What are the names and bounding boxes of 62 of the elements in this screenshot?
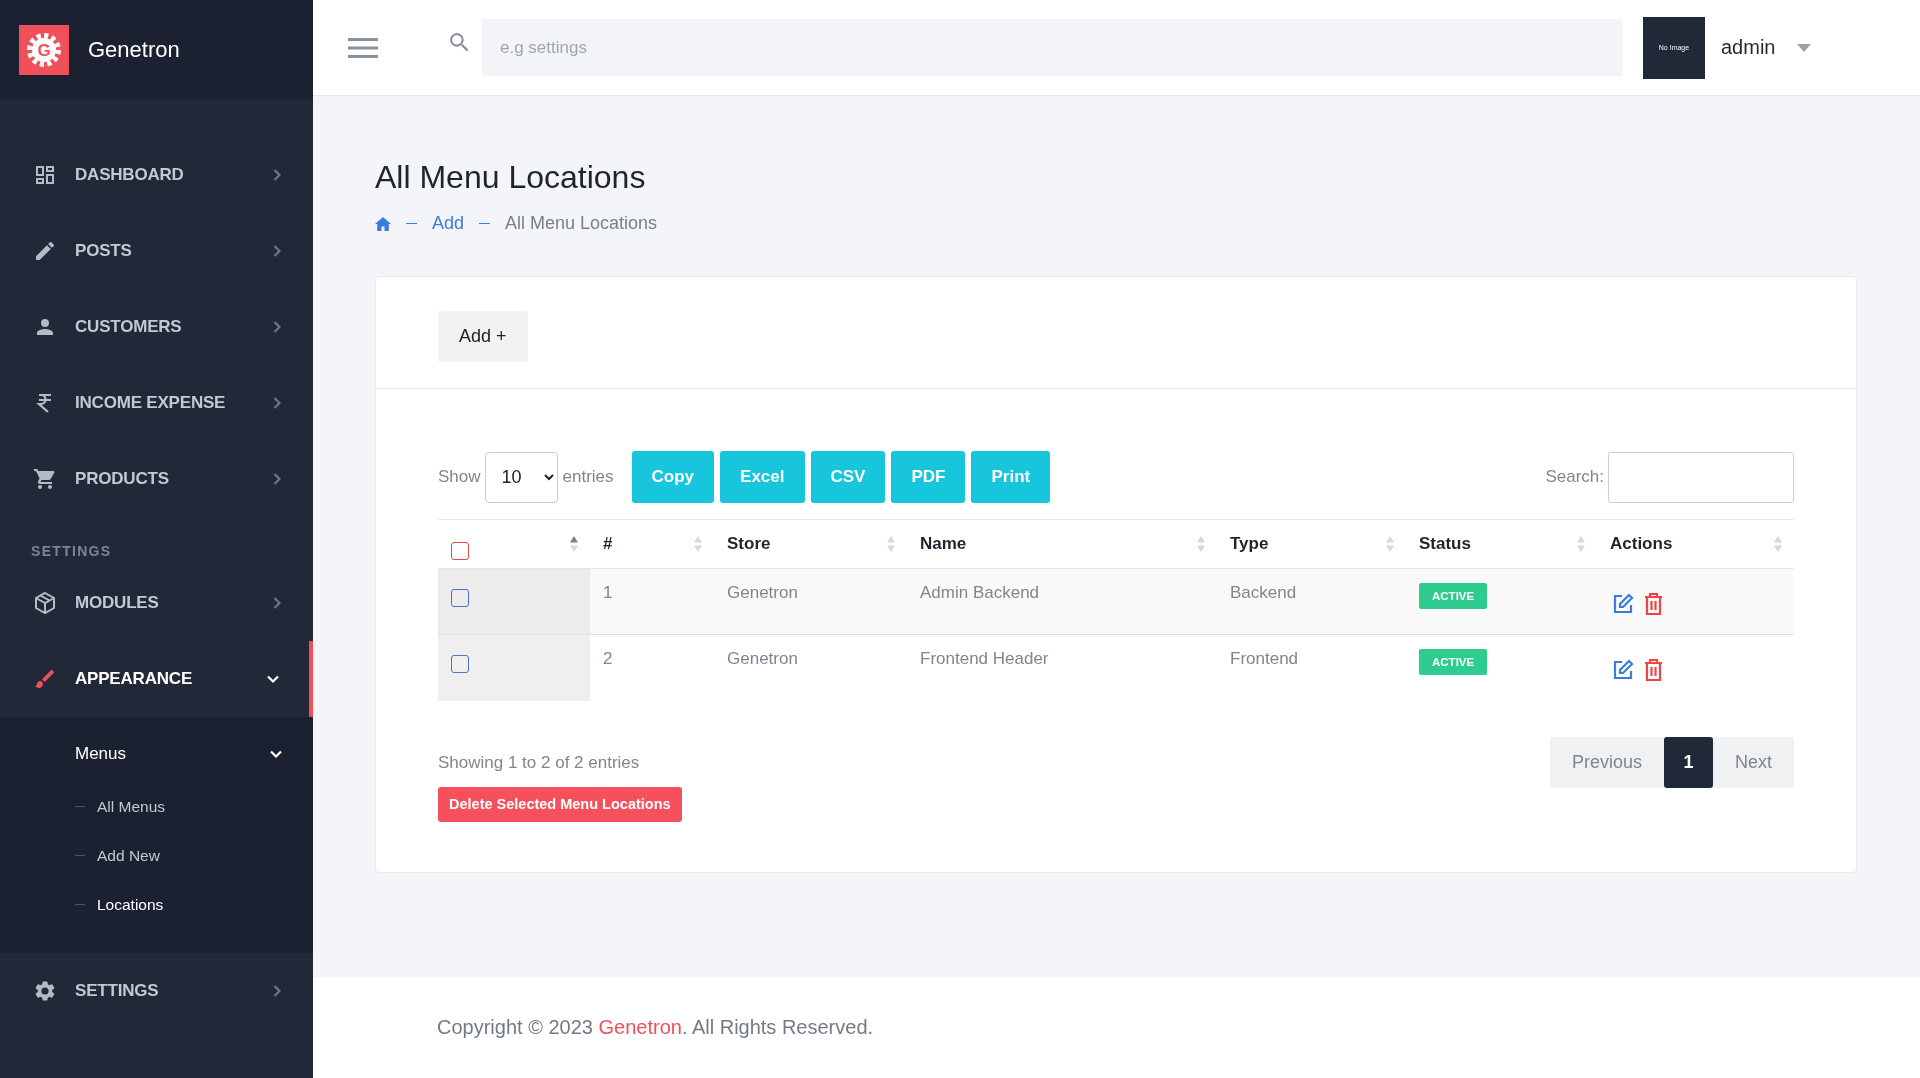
menu-icon[interactable] <box>348 36 378 59</box>
column-header[interactable]: # <box>603 534 613 553</box>
table-cell: Genetron <box>727 649 798 668</box>
user-name[interactable]: admin <box>1721 36 1776 59</box>
search-label: Search: <box>1545 467 1604 487</box>
table-cell: Frontend <box>1230 649 1299 668</box>
gear-icon <box>33 979 57 1003</box>
home-icon[interactable] <box>375 216 391 231</box>
breadcrumb-current: All Menu Locations <box>505 213 658 234</box>
search-field[interactable]: e.g settings <box>482 19 1623 76</box>
submenu-link[interactable]: Add New <box>0 831 313 880</box>
caret-down-icon[interactable] <box>1797 43 1812 52</box>
edit-icon[interactable] <box>1612 659 1634 681</box>
entries-info: Showing 1 to 2 of 2 entries <box>438 752 641 773</box>
edit-icon[interactable] <box>1612 593 1634 615</box>
checkbox[interactable] <box>451 654 469 673</box>
status-badge: ACTIVE <box>1419 583 1488 609</box>
sort-icon[interactable] <box>570 536 578 552</box>
table-cell: Backend <box>1230 583 1297 602</box>
sidebar-item[interactable]: SETTINGS <box>0 953 313 1029</box>
section-heading: SETTINGS <box>31 543 112 561</box>
pencil-icon <box>33 239 57 263</box>
copyright-text: Copyright © 2023 Genetron. All Rights Reserved. <box>437 1016 874 1039</box>
column-header[interactable]: Status <box>1419 534 1471 553</box>
brush-icon <box>33 667 57 691</box>
table-cell: Genetron <box>727 583 798 602</box>
page-button[interactable]: 1 <box>1664 736 1713 788</box>
table-cell: 1 <box>603 583 613 602</box>
sidebar-item[interactable]: INCOME EXPENSE <box>0 365 313 441</box>
breadcrumb-link[interactable]: Add <box>432 213 465 234</box>
trash-icon[interactable] <box>1644 593 1663 615</box>
dashboard-icon <box>33 163 57 187</box>
sidebar-item[interactable]: MODULES <box>0 565 313 641</box>
sidebar-item[interactable]: POSTS <box>0 213 313 289</box>
trash-icon[interactable] <box>1644 659 1663 681</box>
table-search-field[interactable] <box>1608 451 1794 503</box>
checkbox[interactable] <box>451 542 469 560</box>
table-cell: Frontend Header <box>920 649 1049 668</box>
page-title: All Menu Locations <box>375 158 647 197</box>
table-cell: 2 <box>603 649 613 668</box>
column-header[interactable]: Type <box>1230 534 1269 553</box>
sidebar-item[interactable]: CUSTOMERS <box>0 289 313 365</box>
table-cell: Admin Backend <box>920 583 1040 602</box>
submenu-link[interactable]: All Menus <box>0 782 313 831</box>
brand-link[interactable]: Genetron <box>598 1016 682 1038</box>
cart-icon <box>33 467 57 491</box>
entries-label: entries <box>562 467 614 487</box>
brand-name: Genetron <box>88 37 180 63</box>
submenu-link[interactable]: Locations <box>0 880 313 929</box>
logo-icon: G <box>19 25 69 75</box>
cube-icon <box>33 591 57 615</box>
status-badge: ACTIVE <box>1419 649 1488 675</box>
column-header[interactable]: Store <box>727 534 771 553</box>
submenu-item[interactable]: Menus <box>0 726 313 782</box>
page-size-select[interactable]: 10 <box>484 451 558 503</box>
add-button[interactable]: Add + <box>438 311 528 362</box>
show-label: Show <box>438 467 481 487</box>
column-header[interactable]: Name <box>920 534 967 553</box>
checkbox[interactable] <box>451 588 469 607</box>
sidebar-item[interactable]: PRODUCTS <box>0 441 313 517</box>
sidebar-item[interactable]: DASHBOARD <box>0 137 313 213</box>
column-header[interactable]: Actions <box>1610 534 1673 553</box>
